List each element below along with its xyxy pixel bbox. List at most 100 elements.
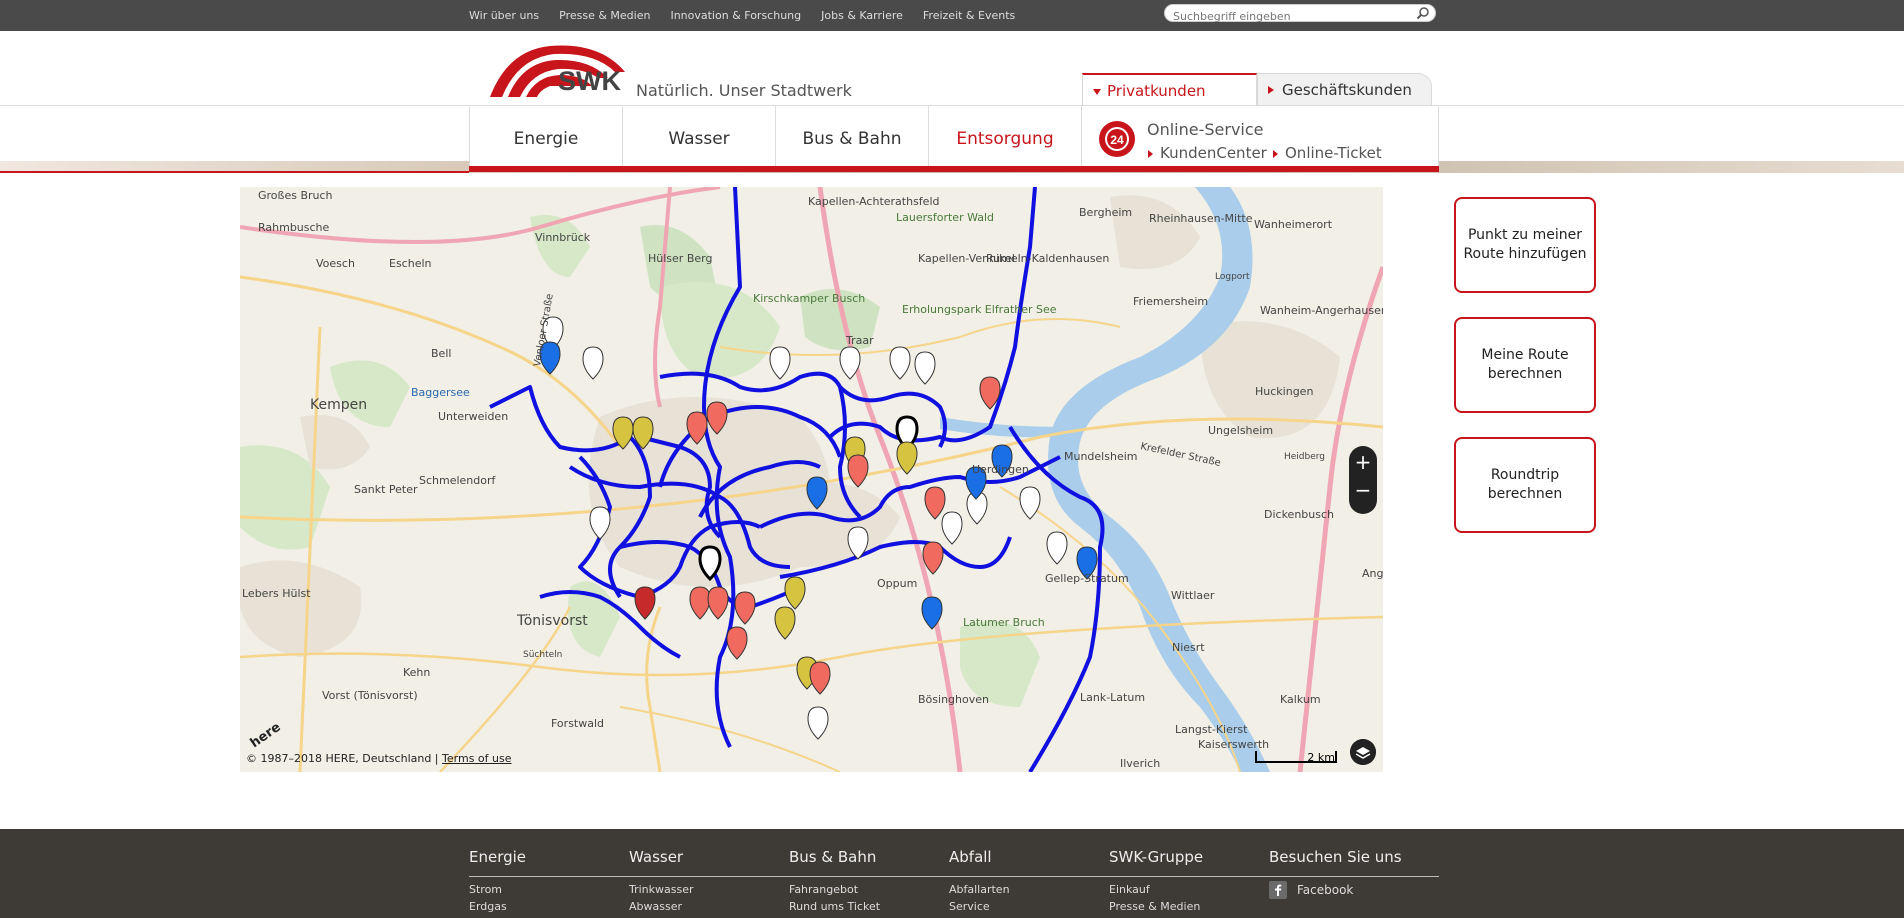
link-kundencenter[interactable]: KundenCenter xyxy=(1160,144,1267,162)
map-label: Oppum xyxy=(877,577,917,590)
footer-link[interactable]: Erdgas xyxy=(469,900,526,913)
footer-col-abfall: Abfall Abfallarten Service xyxy=(949,848,1010,913)
nav-wasser[interactable]: Wasser xyxy=(623,106,776,172)
calculate-roundtrip-button[interactable]: Roundtrip berechnen xyxy=(1454,437,1596,533)
calculate-route-button[interactable]: Meine Route berechnen xyxy=(1454,317,1596,413)
customer-tabs: Privatkunden Geschäftskunden xyxy=(1082,73,1432,106)
terms-of-use-link[interactable]: Terms of use xyxy=(442,752,511,765)
link-online-ticket[interactable]: Online-Ticket xyxy=(1285,144,1382,162)
map-label: Erholungspark Elfrather See xyxy=(902,303,1057,316)
zoom-out-icon[interactable]: − xyxy=(1349,480,1377,500)
tab-geschaeftskunden[interactable]: Geschäftskunden xyxy=(1257,73,1432,106)
map-label: Rumeln-Kaldenhausen xyxy=(986,252,1109,265)
footer-heading: Bus & Bahn xyxy=(789,848,877,866)
map-scale-label: 2 km xyxy=(1307,751,1335,764)
map-label: Uerdingen xyxy=(972,463,1029,476)
map-label: Schmelendorf xyxy=(419,474,497,487)
map-label: Rheinhausen-Mitte xyxy=(1149,212,1253,225)
map-label: Latumer Bruch xyxy=(963,616,1045,629)
online-service-badge-text: 24 xyxy=(1110,133,1124,147)
footer-heading: Abfall xyxy=(949,848,992,866)
footer-link[interactable]: Abfallarten xyxy=(949,883,1010,896)
arrow-right-icon xyxy=(1148,150,1153,158)
footer-link[interactable]: Trinkwasser xyxy=(629,883,694,896)
topnav-jobs[interactable]: Jobs & Karriere xyxy=(821,9,903,22)
map-label: Kaiserswerth xyxy=(1198,738,1269,751)
map-label: Traar xyxy=(845,334,874,347)
map-label: Wittlaer xyxy=(1171,589,1215,602)
footer-link[interactable]: Einkauf xyxy=(1109,883,1203,896)
topnav-wir-ueber-uns[interactable]: Wir über uns xyxy=(469,9,539,22)
facebook-link[interactable]: Facebook xyxy=(1269,881,1402,899)
map-label: Tönisvorst xyxy=(516,613,588,629)
map-label: Baggersee xyxy=(411,386,470,399)
footer-link[interactable]: Rund ums Ticket xyxy=(789,900,880,913)
map-copyright: © 1987–2018 HERE, Deutschland | Terms of… xyxy=(246,752,512,765)
map-label: Lauersforter Wald xyxy=(896,211,994,224)
accent-line xyxy=(0,171,469,173)
footer-heading: Besuchen Sie uns xyxy=(1269,848,1402,866)
map-label: Vorst (Tönisvorst) xyxy=(322,689,418,702)
map-label: Wanheim-Angerhausen xyxy=(1260,304,1383,317)
map-label: Bösinghoven xyxy=(918,693,989,706)
footer-col-bus-bahn: Bus & Bahn Fahrangebot Rund ums Ticket xyxy=(789,848,880,913)
footer-link[interactable]: Fahrangebot xyxy=(789,883,880,896)
map-label: Kirschkamper Busch xyxy=(753,292,865,305)
map-label: Langst-Kierst xyxy=(1175,723,1248,736)
footer-col-social: Besuchen Sie uns Facebook xyxy=(1269,848,1402,899)
footer-link[interactable]: Service xyxy=(949,900,1010,913)
map-label: Logport xyxy=(1215,272,1250,282)
map-label: Kehn xyxy=(403,666,430,679)
map-label: Vinnbrück xyxy=(535,231,591,244)
search-input[interactable] xyxy=(1173,8,1408,25)
map-label: Unterweiden xyxy=(438,410,508,423)
search-icon[interactable] xyxy=(1416,6,1430,20)
topnav-presse[interactable]: Presse & Medien xyxy=(559,9,650,22)
facebook-label: Facebook xyxy=(1297,883,1354,897)
map-label: Hülser Berg xyxy=(648,252,712,265)
footer-heading: Wasser xyxy=(629,848,684,866)
add-point-to-route-button[interactable]: Punkt zu meiner Route hinzufügen xyxy=(1454,197,1596,293)
footer-link[interactable]: Abwasser xyxy=(629,900,694,913)
map-label: Angermund xyxy=(1362,567,1383,580)
map-label: Niesrt xyxy=(1172,641,1205,654)
online-service-24-icon: 24 xyxy=(1099,121,1135,157)
tab-privatkunden[interactable]: Privatkunden xyxy=(1082,73,1257,106)
layers-icon[interactable] xyxy=(1350,739,1376,765)
facebook-icon xyxy=(1269,881,1287,899)
online-service-title: Online-Service xyxy=(1147,120,1264,139)
map-label: Kapellen-Achterathsfeld xyxy=(808,195,939,208)
route-map[interactable]: Großes Bruch Rahmbusche Vinnbrück Voesch… xyxy=(240,187,1383,772)
footer-col-swk-gruppe: SWK-Gruppe Einkauf Presse & Medien xyxy=(1109,848,1203,913)
zoom-control: + − xyxy=(1349,446,1377,514)
map-copyright-text: © 1987–2018 HERE, Deutschland | xyxy=(246,752,439,765)
footer-col-wasser: Wasser Trinkwasser Abwasser xyxy=(629,848,694,913)
footer-link[interactable]: Presse & Medien xyxy=(1109,900,1203,913)
nav-energie[interactable]: Energie xyxy=(470,106,623,172)
tagline: Natürlich. Unser Stadtwerk xyxy=(636,81,852,100)
topnav-innovation[interactable]: Innovation & Forschung xyxy=(670,9,801,22)
footer-heading: Energie xyxy=(469,848,527,866)
nav-bus-bahn[interactable]: Bus & Bahn xyxy=(776,106,929,172)
map-label: Heidberg xyxy=(1284,452,1325,462)
main-nav-underline xyxy=(469,166,1439,172)
map-label: Ilverich xyxy=(1120,757,1160,770)
map-label: Forstwald xyxy=(551,717,604,730)
map-label: Friemersheim xyxy=(1133,295,1208,308)
top-nav: Wir über uns Presse & Medien Innovation … xyxy=(469,0,1015,31)
nav-entsorgung[interactable]: Entsorgung xyxy=(929,106,1082,172)
footer-link[interactable]: Strom xyxy=(469,883,526,896)
footer-heading: SWK-Gruppe xyxy=(1109,848,1204,866)
map-label: Huckingen xyxy=(1255,385,1313,398)
map-label: Rahmbusche xyxy=(258,221,330,234)
map-label: Gellep-Stratum xyxy=(1045,572,1129,585)
map-label: Bergheim xyxy=(1079,206,1132,219)
map-label: Escheln xyxy=(389,257,432,270)
zoom-in-icon[interactable]: + xyxy=(1349,452,1377,472)
footer-col-energie: Energie Strom Erdgas xyxy=(469,848,526,913)
map-label: Großes Bruch xyxy=(258,189,333,202)
topnav-freizeit[interactable]: Freizeit & Events xyxy=(923,9,1015,22)
map-label: Sankt Peter xyxy=(354,483,418,496)
map-label: Mundelsheim xyxy=(1064,450,1137,463)
map-canvas[interactable]: Großes Bruch Rahmbusche Vinnbrück Voesch… xyxy=(240,187,1383,772)
